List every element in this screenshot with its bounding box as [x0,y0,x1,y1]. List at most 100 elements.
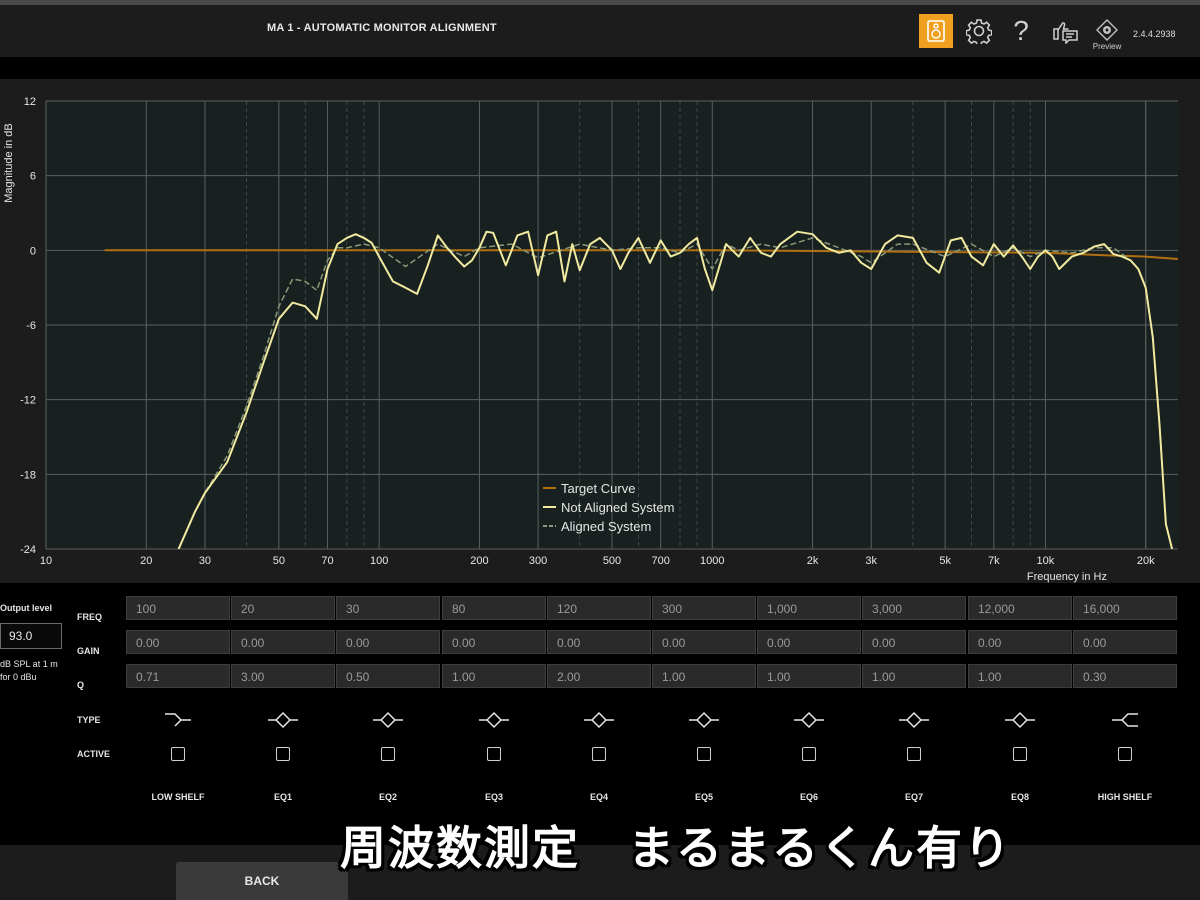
peak-eq-icon[interactable] [266,710,300,730]
x-tick-label: 7k [988,555,1000,567]
band-name-label: EQ2 [378,792,397,802]
gain-input[interactable]: 0.00 [547,630,651,654]
active-checkbox[interactable] [907,747,921,761]
gain-input[interactable]: 0.00 [968,630,1072,654]
band-name-label: EQ4 [589,792,608,802]
band-name-label: EQ1 [273,792,292,802]
gain-input[interactable]: 0.00 [652,630,756,654]
gain-input[interactable]: 0.00 [336,630,440,654]
band-name-label: EQ3 [484,792,503,802]
band-name-label: LOW SHELF [151,792,205,802]
x-tick-label: 5k [939,555,951,567]
peak-eq-icon[interactable] [477,710,511,730]
legend-label: Not Aligned System [561,500,674,515]
version-text: 2.4.4.2938 [1133,29,1176,39]
active-checkbox[interactable] [1013,747,1027,761]
band-name-label: EQ5 [694,792,713,802]
peak-eq-icon[interactable] [687,710,721,730]
peak-eq-icon[interactable] [371,710,405,730]
freq-input[interactable]: 100 [126,596,230,620]
active-checkbox[interactable] [171,747,185,761]
feedback-icon [1053,22,1078,44]
freq-input[interactable]: 3,000 [862,596,966,620]
x-tick-label: 50 [273,555,285,567]
q-input[interactable]: 2.00 [547,664,651,688]
q-input[interactable]: 0.30 [1073,664,1177,688]
type-row-label: TYPE [77,715,101,725]
freq-input[interactable]: 120 [547,596,651,620]
freq-input[interactable]: 1,000 [757,596,861,620]
gain-input[interactable]: 0.00 [126,630,230,654]
q-input[interactable]: 0.71 [126,664,230,688]
active-checkbox[interactable] [487,747,501,761]
freq-input[interactable]: 20 [231,596,335,620]
peak-eq-icon[interactable] [582,710,616,730]
help-button[interactable]: ? [1004,14,1038,48]
x-tick-label: 10k [1037,555,1055,567]
x-tick-label: 30 [199,555,211,567]
feedback-button[interactable] [1048,14,1082,48]
freq-input[interactable]: 300 [652,596,756,620]
active-checkbox[interactable] [697,747,711,761]
preview-label: Preview [1092,42,1122,51]
x-axis-title: Frequency in Hz [1027,571,1107,583]
band-name-label: EQ6 [799,792,818,802]
freq-input[interactable]: 30 [336,596,440,620]
active-checkbox[interactable] [1118,747,1132,761]
freq-input[interactable]: 80 [442,596,546,620]
speaker-icon [927,20,945,42]
q-input[interactable]: 1.00 [862,664,966,688]
x-tick-label: 3k [865,555,877,567]
q-input[interactable]: 1.00 [442,664,546,688]
peak-eq-icon[interactable] [1003,710,1037,730]
y-tick-label: 0 [30,245,36,257]
q-input[interactable]: 0.50 [336,664,440,688]
gain-input[interactable]: 0.00 [231,630,335,654]
legend-label: Target Curve [561,481,635,496]
x-tick-label: 700 [652,555,670,567]
x-tick-label: 300 [529,555,547,567]
gain-input[interactable]: 0.00 [1073,630,1177,654]
gain-input[interactable]: 0.00 [442,630,546,654]
gear-icon [966,19,992,44]
x-tick-label: 200 [470,555,488,567]
gain-input[interactable]: 0.00 [862,630,966,654]
high-shelf-icon[interactable] [1108,710,1142,730]
preview-button[interactable]: Preview [1090,17,1124,53]
legend-label: Aligned System [561,519,651,534]
low-shelf-icon[interactable] [161,710,195,730]
x-tick-label: 500 [603,555,621,567]
frequency-response-panel: 12 6 0 -6 -12 -18 -24 10 20 30 50 70 100 200 300 500 700… [0,79,1200,583]
q-input[interactable]: 3.00 [231,664,335,688]
app-title: MA 1 - AUTOMATIC MONITOR ALIGNMENT [267,22,497,34]
active-checkbox[interactable] [276,747,290,761]
y-tick-label: -24 [20,544,36,556]
top-bar: MA 1 - AUTOMATIC MONITOR ALIGNMENT ? Pre… [0,0,1200,57]
settings-button[interactable] [962,14,996,48]
eq-panel: Output level dB SPL at 1 m for 0 dBu FRE… [0,583,1200,845]
q-row-label: Q [77,680,85,690]
active-checkbox[interactable] [381,747,395,761]
freq-input[interactable]: 16,000 [1073,596,1177,620]
y-tick-label: -6 [26,320,36,332]
q-input[interactable]: 1.00 [757,664,861,688]
q-input[interactable]: 1.00 [968,664,1072,688]
back-button[interactable]: BACK [176,862,348,900]
speaker-button[interactable] [919,14,953,48]
peak-eq-icon[interactable] [897,710,931,730]
y-tick-label: 6 [30,171,36,183]
freq-input[interactable]: 12,000 [968,596,1072,620]
x-tick-label: 2k [807,555,819,567]
q-input[interactable]: 1.00 [652,664,756,688]
output-level-unit: dB SPL at 1 m for 0 dBu [0,659,58,682]
gain-input[interactable]: 0.00 [757,630,861,654]
band-name-label: EQ7 [904,792,923,802]
output-level-input[interactable] [0,623,62,649]
output-level-label: Output level [0,603,53,613]
y-tick-label: -12 [20,395,36,407]
y-tick-label: -18 [20,469,36,481]
band-name-label: EQ8 [1010,792,1029,802]
active-checkbox[interactable] [802,747,816,761]
active-checkbox[interactable] [592,747,606,761]
peak-eq-icon[interactable] [792,710,826,730]
